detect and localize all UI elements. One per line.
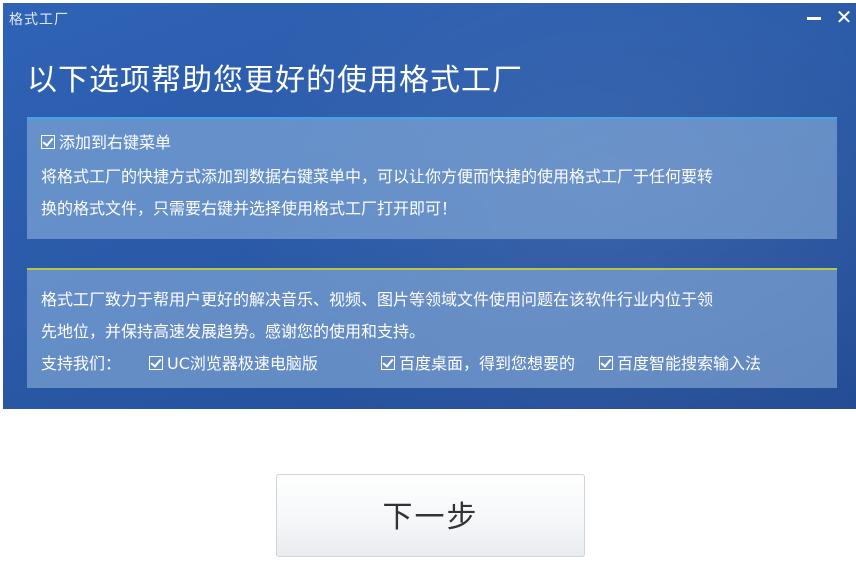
close-icon: ✕ bbox=[835, 5, 853, 29]
checkbox-checked-icon bbox=[41, 135, 55, 149]
page-title: 以下选项帮助您更好的使用格式工厂 bbox=[27, 63, 523, 98]
context-menu-desc-line1: 将格式工厂的快捷方式添加到数据右键菜单中，可以让你方便而快捷的使用格式工厂于任何… bbox=[41, 167, 714, 186]
support-desc-line1: 格式工厂致力于帮用户更好的解决音乐、视频、图片等领域文件使用问题在该软件行业内位… bbox=[41, 290, 714, 309]
checkbox-checked-icon bbox=[599, 356, 613, 370]
support-label: 支持我们： bbox=[41, 354, 122, 373]
context-menu-panel: 添加到右键菜单 将格式工厂的快捷方式添加到数据右键菜单中，可以让你方便而快捷的使… bbox=[27, 117, 837, 239]
support-options-row: 支持我们： UC浏览器极速电脑版 百度桌面，得到您想要的 百度智能搜索输入法 bbox=[41, 350, 831, 374]
setup-window: 格式工厂 ✕ 以下选项帮助您更好的使用格式工厂 添加到右键菜单 将格式工厂的快捷… bbox=[0, 0, 856, 586]
header-area: 格式工厂 ✕ 以下选项帮助您更好的使用格式工厂 添加到右键菜单 将格式工厂的快捷… bbox=[3, 3, 856, 409]
support-panel: 格式工厂致力于帮用户更好的解决音乐、视频、图片等领域文件使用问题在该软件行业内位… bbox=[27, 268, 837, 388]
context-menu-desc-line2: 换的格式文件，只需要右键并选择使用格式工厂打开即可！ bbox=[41, 199, 458, 218]
close-button[interactable]: ✕ bbox=[833, 5, 855, 29]
next-step-button[interactable]: 下一步 bbox=[276, 474, 585, 557]
baidu-ime-label: 百度智能搜索输入法 bbox=[617, 354, 762, 373]
baidu-desktop-checkbox[interactable]: 百度桌面，得到您想要的 bbox=[381, 350, 575, 374]
baidu-desktop-label: 百度桌面，得到您想要的 bbox=[399, 354, 576, 373]
minimize-button[interactable] bbox=[803, 5, 825, 29]
context-menu-checkbox-label: 添加到右键菜单 bbox=[59, 133, 172, 152]
minimize-icon bbox=[807, 17, 821, 20]
baidu-ime-checkbox[interactable]: 百度智能搜索输入法 bbox=[599, 350, 761, 374]
checkbox-checked-icon bbox=[149, 356, 163, 370]
app-title: 格式工厂 bbox=[9, 12, 69, 28]
context-menu-checkbox[interactable]: 添加到右键菜单 bbox=[41, 129, 171, 153]
uc-browser-label: UC浏览器极速电脑版 bbox=[167, 354, 318, 373]
support-desc-line2: 先地位，并保持高速发展趋势。感谢您的使用和支持。 bbox=[41, 322, 426, 341]
uc-browser-checkbox[interactable]: UC浏览器极速电脑版 bbox=[149, 350, 318, 374]
checkbox-checked-icon bbox=[381, 356, 395, 370]
